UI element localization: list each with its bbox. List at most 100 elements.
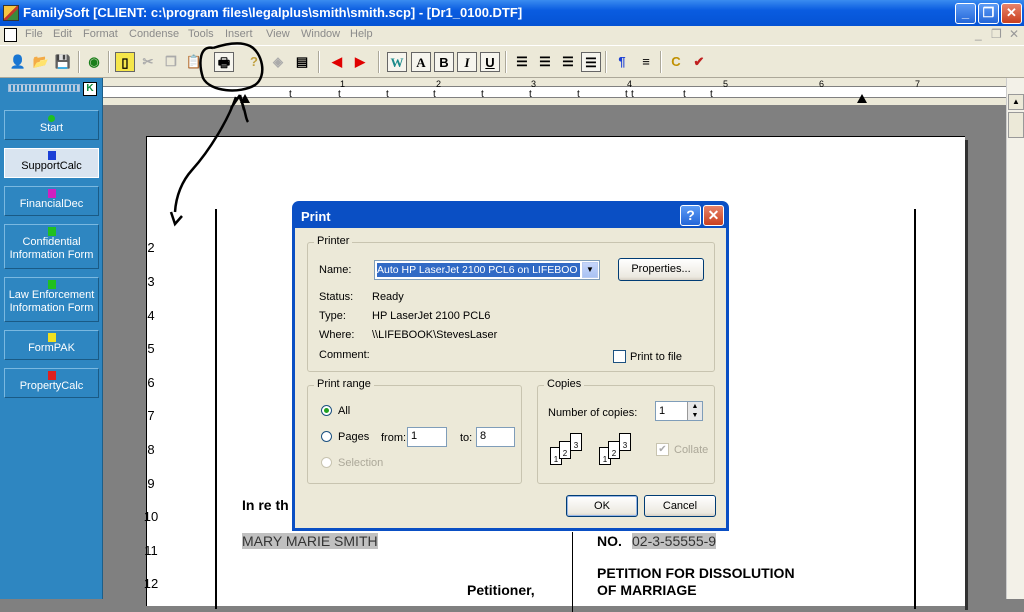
line-number: 2 [147, 240, 155, 255]
print-range-group: Print range All Pages from: 1 to: 8 Sele… [307, 378, 522, 484]
paste-icon[interactable]: 📋 [184, 52, 204, 72]
print-icon[interactable]: 🖶 [214, 52, 234, 72]
restore-button[interactable]: ❐ [978, 3, 999, 24]
help-button[interactable]: ? [680, 205, 701, 226]
menu-tools[interactable]: Tools [188, 28, 214, 40]
document-icon[interactable] [4, 28, 17, 42]
help-pointer-icon[interactable]: ? [244, 52, 264, 72]
align-center-icon[interactable]: ☰ [535, 52, 555, 72]
bold-button[interactable]: B [434, 52, 454, 72]
toolbar: 👤 📂 💾 ◉ ▯ ✂ ❐ 📋 🖶 ? ◈ ▤ ◀ ▶ W A B I U ☰ … [0, 45, 1024, 78]
sidebar-item-propertycalc[interactable]: PropertyCalc [4, 368, 99, 398]
menu-edit[interactable]: Edit [53, 28, 72, 40]
copies-stepper[interactable]: 1 ▲ ▼ [655, 401, 703, 421]
mdi-close-button[interactable]: ✕ [1009, 27, 1019, 41]
petitioner-name-field[interactable]: MARY MARIE SMITH [242, 533, 378, 549]
tab-stop[interactable]: t [338, 89, 341, 100]
range-pages-radio[interactable] [321, 431, 332, 442]
align-right-icon[interactable]: ☰ [558, 52, 578, 72]
copy-icon[interactable]: ❐ [161, 52, 181, 72]
italic-button[interactable]: I [457, 52, 477, 72]
sidebar-item-law-enforcement-information-form[interactable]: Law Enforcement Information Form [4, 277, 99, 322]
open-folder-icon[interactable]: 📂 [31, 52, 51, 72]
range-all-radio[interactable] [321, 405, 332, 416]
vertical-scrollbar[interactable]: ▲ [1006, 78, 1024, 599]
stepper-down-icon[interactable]: ▼ [687, 411, 702, 420]
sidebar-grip[interactable] [8, 84, 80, 92]
print-to-file-checkbox[interactable] [613, 350, 626, 363]
copies-legend: Copies [544, 378, 585, 390]
case-number-field[interactable]: 02-3-55555-9 [632, 533, 717, 549]
arrow-right-icon[interactable]: ▶ [350, 52, 370, 72]
collate-checkbox[interactable]: ✔ [656, 443, 669, 456]
collate-illustration-1: 1 2 3 [550, 433, 590, 469]
collapse-sidebar-icon[interactable]: K [83, 82, 97, 96]
user-icon[interactable]: 👤 [8, 52, 28, 72]
save-icon[interactable]: 💾 [53, 52, 73, 72]
dialog-close-button[interactable]: ✕ [703, 205, 724, 226]
menu-bar: File Edit Format Condense Tools Insert V… [0, 26, 1024, 45]
right-indent-marker[interactable] [857, 94, 867, 103]
ruler[interactable]: 1 2 3 4 5 6 7 t t t t t t t t t t t [103, 78, 1006, 105]
from-input[interactable]: 1 [407, 427, 447, 447]
menu-format[interactable]: Format [83, 28, 118, 40]
tab-stop[interactable]: t [577, 89, 580, 100]
new-document-icon[interactable]: ▯ [115, 52, 135, 72]
tab-stop[interactable]: t [289, 89, 292, 100]
chevron-down-icon[interactable]: ▼ [582, 262, 598, 278]
tab-stop[interactable]: t [625, 89, 628, 100]
printer-name-select[interactable]: Auto HP LaserJet 2100 PCL6 on LIFEBOO ▼ [374, 260, 600, 280]
underline-button[interactable]: U [480, 52, 500, 72]
mdi-restore-button[interactable]: ❐ [991, 27, 1002, 41]
properties-button[interactable]: Properties... [618, 258, 704, 281]
where-label: Where: [319, 329, 355, 341]
menu-help[interactable]: Help [350, 28, 373, 40]
tab-stop[interactable]: t [529, 89, 532, 100]
align-left-icon[interactable]: ☰ [512, 52, 532, 72]
familysoft-app-icon[interactable] [3, 5, 19, 21]
tab-stop[interactable]: t [433, 89, 436, 100]
line-number: 6 [147, 375, 155, 390]
cancel-button[interactable]: Cancel [644, 495, 716, 517]
menu-insert[interactable]: Insert [225, 28, 253, 40]
sidebar-item-confidential-information-form[interactable]: Confidential Information Form [4, 224, 99, 269]
sidebar-item-supportcalc[interactable]: SupportCalc [4, 148, 99, 178]
mdi-minimize-button[interactable]: _ [975, 27, 982, 41]
arrow-left-icon[interactable]: ◀ [327, 52, 347, 72]
paragraph-icon[interactable]: ¶ [612, 52, 632, 72]
sidebar-item-start[interactable]: Start [4, 110, 99, 140]
menu-condense[interactable]: Condense [129, 28, 179, 40]
sidebar-item-formpak[interactable]: FormPAK [4, 330, 99, 360]
globe-icon[interactable]: ◉ [84, 52, 104, 72]
tab-stop[interactable]: t [631, 89, 634, 100]
page-icon[interactable]: ▤ [292, 52, 312, 72]
menu-view[interactable]: View [266, 28, 290, 40]
range-selection-radio[interactable] [321, 457, 332, 468]
stamp-icon[interactable]: ◈ [268, 52, 288, 72]
scroll-thumb[interactable] [1008, 112, 1024, 138]
copies-value: 1 [659, 405, 666, 417]
justify-icon[interactable]: ☰ [581, 52, 601, 72]
scroll-up-icon[interactable]: ▲ [1008, 94, 1024, 110]
stepper-up-icon[interactable]: ▲ [687, 402, 702, 411]
minimize-button[interactable]: _ [955, 3, 976, 24]
financialdec-icon [47, 189, 56, 198]
calculator-icon[interactable]: C [666, 52, 686, 72]
collate-illustration-2: 1 2 3 [599, 433, 639, 469]
menu-file[interactable]: File [25, 28, 43, 40]
font-a-icon[interactable]: A [411, 52, 431, 72]
close-button[interactable]: ✕ [1001, 3, 1022, 24]
cut-icon[interactable]: ✂ [138, 52, 158, 72]
menu-window[interactable]: Window [301, 28, 340, 40]
tab-stop[interactable]: t [710, 89, 713, 100]
left-indent-marker[interactable] [240, 94, 250, 103]
numbered-list-icon[interactable]: ≡ [636, 52, 656, 72]
sidebar-item-financialdec[interactable]: FinancialDec [4, 186, 99, 216]
tab-stop[interactable]: t [481, 89, 484, 100]
font-w-icon[interactable]: W [387, 52, 407, 72]
tab-stop[interactable]: t [683, 89, 686, 100]
tab-stop[interactable]: t [386, 89, 389, 100]
ok-button[interactable]: OK [566, 495, 638, 517]
spellcheck-icon[interactable]: ✔ [689, 52, 709, 72]
to-input[interactable]: 8 [476, 427, 515, 447]
